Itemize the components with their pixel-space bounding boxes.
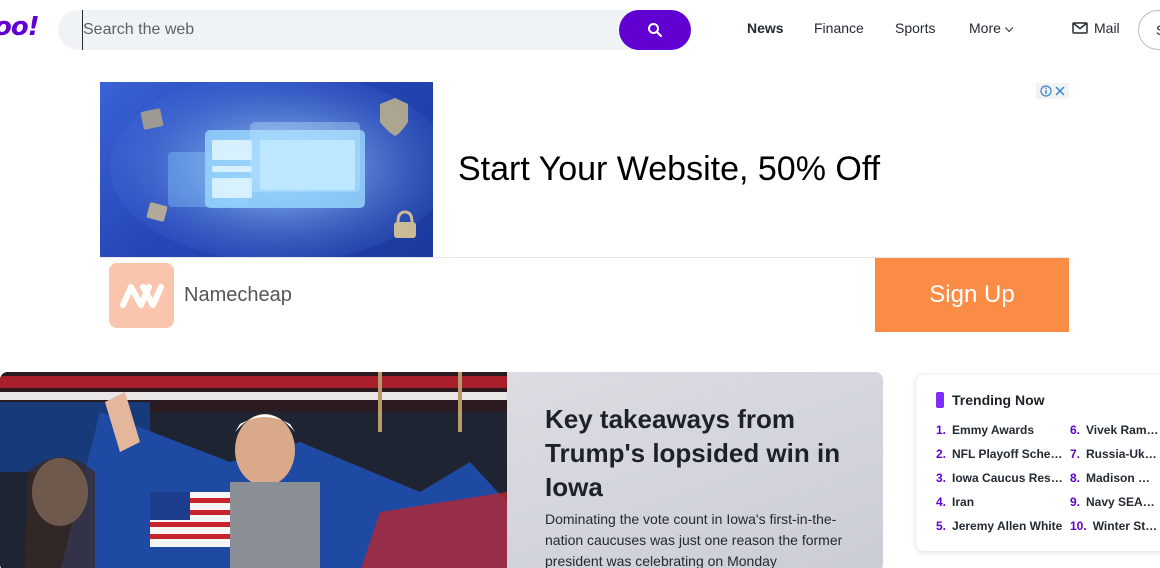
trending-item[interactable]: 1. Emmy Awards (936, 423, 1064, 437)
trending-label: NFL Playoff Schedule (952, 447, 1064, 461)
trending-title: Trending Now (952, 392, 1045, 408)
trending-item[interactable]: 5. Jeremy Allen White (936, 519, 1064, 533)
trending-rank: 1. (936, 423, 947, 437)
sign-in-button[interactable]: S (1138, 10, 1160, 50)
trending-now-panel: Trending Now 1. Emmy Awards 2. NFL Playoff… (916, 375, 1160, 551)
close-icon (1055, 86, 1065, 96)
trending-label: Navy SEALs M (1086, 495, 1160, 509)
trending-label: Iran (952, 495, 975, 509)
trending-item[interactable]: 10. Winter Storm (1070, 519, 1160, 533)
trending-rank: 3. (936, 471, 947, 485)
trending-rank: 4. (936, 495, 947, 509)
trending-item[interactable]: 4. Iran (936, 495, 1064, 509)
trending-label: Vivek Ramaswamy (1086, 423, 1160, 437)
envelope-icon (1072, 22, 1088, 34)
hero-photo[interactable] (0, 372, 507, 568)
namecheap-logo[interactable] (109, 263, 174, 328)
ad-headline[interactable]: Start Your Website, 50% Off (458, 150, 880, 189)
trending-rank: 7. (1070, 447, 1081, 461)
trending-label: Iowa Caucus Results (952, 471, 1064, 485)
yahoo-homepage: oo! News Finance Sports More Mail S (0, 0, 1160, 568)
sign-up-button[interactable]: Sign Up (875, 258, 1069, 332)
hero-text-panel[interactable]: Key takeaways from Trump's lopsided win … (507, 372, 883, 568)
trending-rank: 6. (1070, 423, 1081, 437)
namecheap-mark-icon (119, 283, 164, 308)
trending-item[interactable]: 8. Madison Marsh (1070, 471, 1160, 485)
trending-accent-bar (936, 392, 944, 408)
search-button[interactable] (619, 10, 691, 50)
mail-link[interactable]: Mail (1072, 20, 1120, 36)
trending-label: Jeremy Allen White (952, 519, 1063, 533)
trending-rank: 2. (936, 447, 947, 461)
trending-label: Madison Marsh (1086, 471, 1160, 485)
nav-finance[interactable]: Finance (814, 20, 864, 36)
ad-image[interactable] (100, 82, 433, 257)
trending-rank: 5. (936, 519, 947, 533)
yahoo-logo[interactable]: oo! (0, 12, 40, 42)
trending-label: Russia-Ukraine (1086, 447, 1160, 461)
hero-story[interactable]: Key takeaways from Trump's lopsided win … (0, 372, 883, 568)
nav-more[interactable]: More (969, 20, 1014, 36)
ad-banner[interactable]: Start Your Website, 50% Off Namecheap Si… (100, 82, 1069, 332)
ad-illustration (110, 82, 433, 257)
search-icon (648, 23, 663, 38)
nav-sports[interactable]: Sports (895, 20, 935, 36)
trending-item[interactable]: 9. Navy SEALs M (1070, 495, 1160, 509)
info-icon (1040, 85, 1052, 97)
mail-label: Mail (1094, 20, 1120, 36)
trending-item[interactable]: 7. Russia-Ukraine (1070, 447, 1160, 461)
hero-summary: Dominating the vote count in Iowa's firs… (545, 511, 843, 568)
search-bar (58, 10, 691, 50)
ad-brand-name[interactable]: Namecheap (184, 284, 292, 307)
ad-choices[interactable] (1036, 83, 1069, 99)
nav-news[interactable]: News (747, 20, 784, 36)
trending-item[interactable]: 2. NFL Playoff Schedule (936, 447, 1064, 461)
trending-label: Winter Storm (1092, 519, 1160, 533)
rally-photo (0, 372, 507, 568)
trending-item[interactable]: 6. Vivek Ramaswamy (1070, 423, 1160, 437)
trending-rank: 10. (1070, 519, 1087, 533)
search-input[interactable] (82, 10, 562, 50)
trending-rank: 9. (1070, 495, 1081, 509)
hero-headline[interactable]: Key takeaways from Trump's lopsided win … (545, 402, 865, 504)
trending-item[interactable]: 3. Iowa Caucus Results (936, 471, 1064, 485)
chevron-down-icon (1004, 23, 1014, 33)
nav-more-label: More (969, 20, 1001, 36)
trending-label: Emmy Awards (952, 423, 1035, 437)
trending-rank: 8. (1070, 471, 1081, 485)
